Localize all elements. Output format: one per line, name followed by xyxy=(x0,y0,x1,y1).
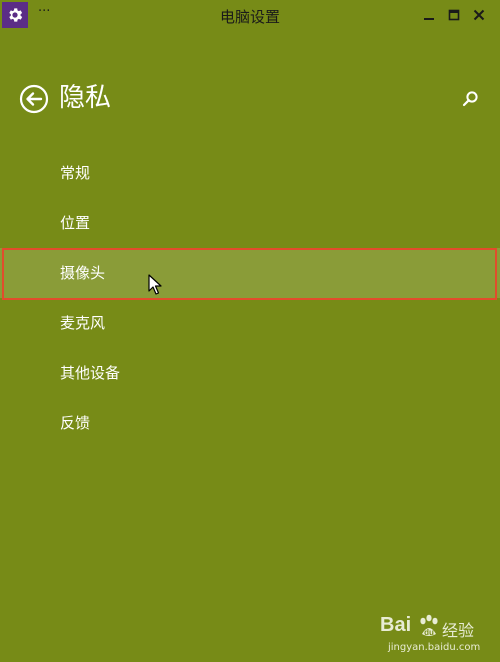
nav-item-location[interactable]: 位置 xyxy=(0,198,500,248)
close-icon xyxy=(473,9,485,21)
back-arrow-circle-icon xyxy=(19,84,49,114)
back-button[interactable] xyxy=(19,84,49,114)
maximize-icon xyxy=(448,9,460,21)
search-button[interactable] xyxy=(461,90,479,108)
page-title: 隐私 xyxy=(59,83,112,113)
close-button[interactable] xyxy=(466,0,492,30)
watermark-url: jingyan.baidu.com xyxy=(388,642,481,653)
nav-item-label: 反馈 xyxy=(60,414,91,432)
nav-item-general[interactable]: 常规 xyxy=(0,148,500,198)
svg-text:du: du xyxy=(424,628,434,637)
nav-item-other-devices[interactable]: 其他设备 xyxy=(0,348,500,398)
paw-icon: du xyxy=(420,614,438,637)
watermark-brand-cn: 经验 xyxy=(442,621,475,640)
search-icon xyxy=(462,91,478,107)
nav-item-label: 常规 xyxy=(60,164,91,182)
baidu-logo: Bai du 经验 xyxy=(380,612,495,642)
minimize-icon xyxy=(424,18,434,20)
nav-item-camera[interactable]: 摄像头 xyxy=(0,248,500,298)
watermark-brand: Bai xyxy=(380,614,412,636)
nav-item-label: 位置 xyxy=(60,214,91,232)
baidu-jingyan-watermark: Bai du 经验 jingyan.baidu.com xyxy=(380,612,495,656)
minimize-button[interactable] xyxy=(416,0,442,30)
nav-item-microphone[interactable]: 麦克风 xyxy=(0,298,500,348)
title-bar: ··· 电脑设置 xyxy=(0,0,500,30)
maximize-button[interactable] xyxy=(441,0,467,30)
nav-item-label: 摄像头 xyxy=(60,264,106,282)
nav-item-label: 其他设备 xyxy=(60,364,121,382)
mouse-cursor-icon xyxy=(148,274,162,296)
nav-item-feedback[interactable]: 反馈 xyxy=(0,398,500,448)
settings-window: ··· 电脑设置 隐私 常规 位置 摄像头 麦克风 其他设备 反馈 Bai du… xyxy=(0,0,500,662)
nav-item-label: 麦克风 xyxy=(60,314,106,332)
